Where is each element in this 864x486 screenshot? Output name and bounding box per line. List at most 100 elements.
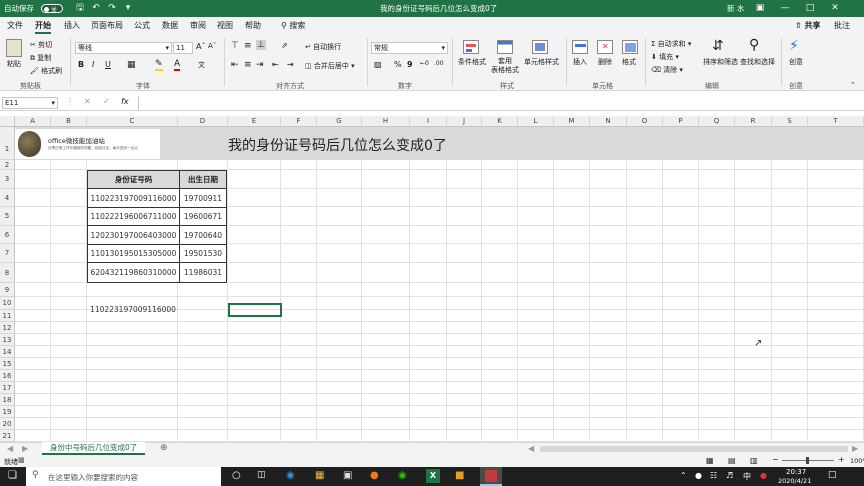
birth-date-cell[interactable]: 19600671: [180, 208, 226, 226]
tab-formulas[interactable]: 公式: [134, 20, 150, 31]
cortana-icon[interactable]: ○: [232, 470, 241, 481]
increase-indent-icon[interactable]: ⇥: [287, 60, 294, 69]
copy-button[interactable]: ⧉ 复制: [30, 53, 51, 63]
id-number-cell[interactable]: 110130195015305000: [88, 245, 180, 263]
column-header-t[interactable]: T: [808, 116, 864, 127]
conditional-format-icon[interactable]: [463, 40, 479, 54]
row-header-7[interactable]: 7: [0, 244, 15, 263]
clear-button[interactable]: ⌫ 清除 ▾: [651, 65, 683, 75]
row-header-17[interactable]: 17: [0, 382, 15, 394]
ime-indicator[interactable]: 中: [743, 471, 751, 482]
notifications-icon[interactable]: □: [828, 470, 837, 480]
macro-record-icon[interactable]: ▩: [18, 456, 25, 464]
row-header-19[interactable]: 19: [0, 406, 15, 418]
share-button[interactable]: ⇧ 共享: [795, 20, 821, 31]
paste-button[interactable]: 粘贴: [7, 59, 21, 69]
row-header-21[interactable]: 21: [0, 430, 15, 442]
column-header-r[interactable]: R: [735, 116, 772, 127]
font-name-select[interactable]: 等线 ▾: [75, 42, 172, 54]
format-as-table-button[interactable]: 套用 表格格式: [488, 57, 522, 75]
column-header-l[interactable]: L: [518, 116, 554, 127]
increase-decimal-icon[interactable]: ←0: [420, 60, 429, 67]
align-middle-icon[interactable]: ≡: [244, 41, 252, 51]
birth-date-cell[interactable]: 19501530: [180, 245, 226, 263]
align-left-icon[interactable]: ⇤: [231, 60, 239, 70]
sheet-tab-active[interactable]: 身份中号码后几位变成0了: [42, 442, 146, 455]
ideas-icon[interactable]: ⚡: [789, 38, 799, 54]
customize-qat-icon[interactable]: ▾: [118, 1, 138, 16]
find-select-icon[interactable]: ⚲: [749, 37, 759, 53]
row-header-6[interactable]: 6: [0, 226, 15, 244]
scroll-left-icon[interactable]: ◀: [528, 444, 534, 453]
enter-icon[interactable]: ✓: [103, 97, 110, 106]
volume-icon[interactable]: ♬: [726, 471, 733, 480]
sogou-icon[interactable]: ●: [760, 471, 767, 480]
windows-start-icon[interactable]: ❏: [8, 470, 17, 481]
tell-me-search[interactable]: ⚲ 搜索: [281, 20, 305, 31]
underline-button[interactable]: U: [105, 60, 111, 69]
close-icon[interactable]: ✕: [825, 1, 845, 16]
cancel-icon[interactable]: ✕: [84, 97, 91, 106]
italic-button[interactable]: I: [92, 60, 94, 69]
tab-help[interactable]: 帮助: [245, 20, 261, 31]
next-sheet-icon[interactable]: ▶: [22, 444, 28, 453]
tab-home[interactable]: 开始: [35, 20, 51, 34]
page-layout-view-icon[interactable]: ▤: [728, 456, 736, 465]
zoom-level[interactable]: 100%: [850, 457, 864, 465]
row-header-11[interactable]: 11: [0, 310, 15, 322]
cell-styles-icon[interactable]: [532, 40, 548, 54]
column-header-b[interactable]: B: [51, 116, 87, 127]
new-sheet-icon[interactable]: ⊕: [160, 443, 168, 453]
tab-view[interactable]: 视图: [217, 20, 233, 31]
sort-filter-icon[interactable]: ⇵: [712, 38, 724, 54]
align-right-icon[interactable]: ⇥: [256, 60, 264, 70]
tab-data[interactable]: 数据: [162, 20, 178, 31]
active-app-icon[interactable]: [480, 467, 502, 486]
sort-filter-button[interactable]: 排序和筛选: [703, 57, 738, 67]
font-color-icon[interactable]: A: [174, 59, 181, 71]
row-header-16[interactable]: 16: [0, 370, 15, 382]
column-header-k[interactable]: K: [482, 116, 518, 127]
wechat-icon[interactable]: ◉: [398, 470, 407, 481]
user-name[interactable]: 新 水: [727, 3, 744, 14]
minimize-icon[interactable]: —: [775, 1, 795, 16]
row-header-2[interactable]: 2: [0, 160, 15, 170]
row-header-5[interactable]: 5: [0, 207, 15, 226]
percent-icon[interactable]: %: [394, 60, 402, 69]
tray-overflow-icon[interactable]: ⌃: [680, 471, 687, 480]
column-header-n[interactable]: N: [590, 116, 627, 127]
decrease-indent-icon[interactable]: ⇤: [272, 60, 279, 69]
increase-font-icon[interactable]: Aˆ: [196, 42, 205, 51]
column-header-g[interactable]: G: [317, 116, 362, 127]
column-header-o[interactable]: O: [627, 116, 663, 127]
normal-view-icon[interactable]: ▦: [706, 456, 714, 465]
insert-cells-icon[interactable]: [572, 40, 588, 54]
column-header-p[interactable]: P: [663, 116, 699, 127]
tab-insert[interactable]: 插入: [64, 20, 80, 31]
row-header-4[interactable]: 4: [0, 189, 15, 207]
app-icon[interactable]: ■: [455, 470, 464, 481]
delete-cells-icon[interactable]: ✕: [597, 40, 613, 54]
prev-sheet-icon[interactable]: ◀: [7, 444, 13, 453]
comma-style-icon[interactable]: 9: [407, 60, 413, 69]
zoom-slider-thumb[interactable]: [806, 457, 809, 464]
id-number-cell[interactable]: 110222196006711000: [88, 208, 180, 226]
collapse-ribbon-icon[interactable]: ⌃: [850, 81, 856, 89]
tab-review[interactable]: 审阅: [190, 20, 206, 31]
align-center-icon[interactable]: ≡: [244, 60, 252, 70]
fill-button[interactable]: ⬇ 填充 ▾: [651, 52, 679, 62]
id-number-cell[interactable]: 120230197006403000: [88, 226, 180, 245]
birth-date-cell[interactable]: 19700640: [180, 226, 226, 245]
merge-center-button[interactable]: ◫ 合并后居中 ▾: [305, 61, 355, 71]
header-id-number[interactable]: 身份证号码: [88, 171, 180, 189]
column-header-a[interactable]: A: [15, 116, 51, 127]
row-header-12[interactable]: 12: [0, 322, 15, 334]
network-icon[interactable]: ☷: [710, 471, 717, 480]
paste-icon[interactable]: [6, 39, 22, 57]
active-cell-e11[interactable]: [228, 303, 282, 317]
insert-cells-button[interactable]: 插入: [573, 57, 587, 67]
formula-input[interactable]: [138, 96, 860, 110]
horizontal-scrollbar[interactable]: [540, 446, 848, 452]
number-format-select[interactable]: 常规 ▾: [371, 42, 448, 54]
store-icon[interactable]: ▣: [343, 470, 352, 481]
